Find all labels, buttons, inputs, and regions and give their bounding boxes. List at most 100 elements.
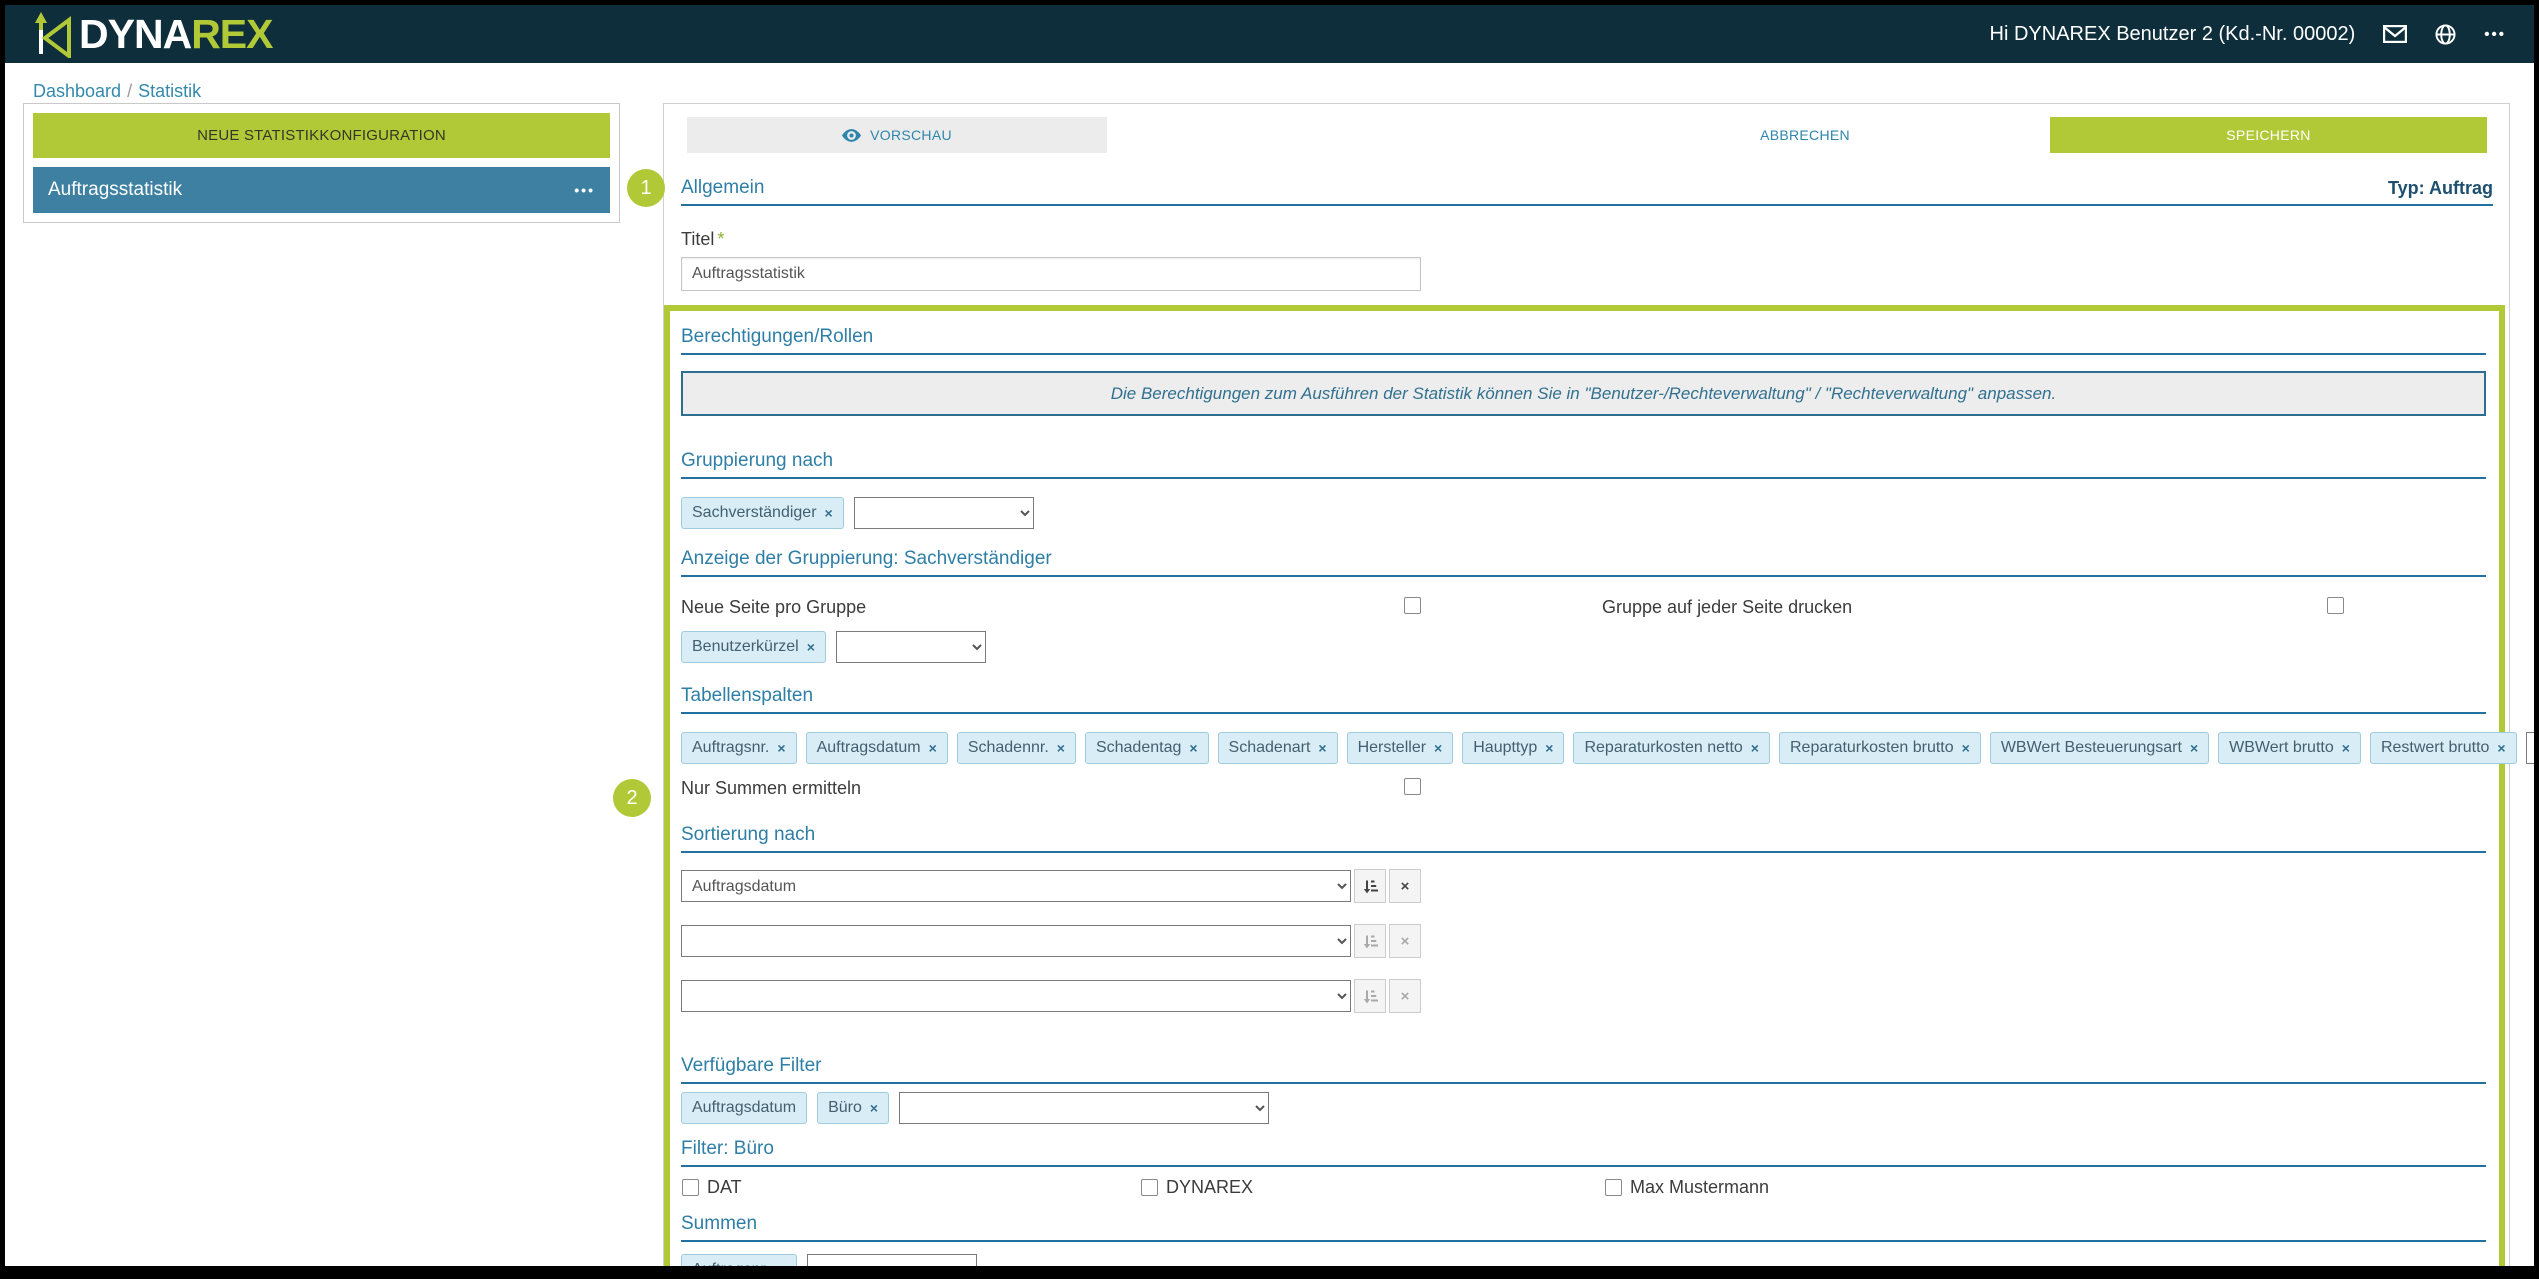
more-menu-icon[interactable]: ••• — [2484, 27, 2506, 42]
breadcrumb-separator: / — [127, 81, 133, 101]
group-on-every-page-checkbox[interactable] — [2327, 597, 2344, 614]
column-tag: Restwert brutto × — [2369, 732, 2517, 764]
remove-icon[interactable]: × — [929, 741, 937, 755]
breadcrumb-statistik-link[interactable]: Statistik — [138, 81, 201, 101]
remove-icon[interactable]: × — [777, 741, 785, 755]
section-summen-header: Summen — [681, 1213, 2486, 1242]
new-statistic-config-button[interactable]: NEUE STATISTIKKONFIGURATION — [33, 113, 610, 158]
dynarex-checkbox[interactable] — [1141, 1179, 1158, 1196]
column-tag: Auftragsdatum × — [805, 732, 948, 764]
sort-row: × — [681, 924, 2486, 958]
sort-field-select[interactable] — [681, 925, 1351, 957]
column-tag: Hersteller × — [1346, 732, 1454, 764]
statistic-type-label: Typ: Auftrag — [2388, 178, 2493, 198]
section-title: Berechtigungen/Rollen — [681, 326, 874, 347]
section-title: Tabellenspalten — [681, 685, 814, 706]
remove-icon[interactable]: × — [1545, 741, 1553, 755]
column-tag: Auftragsnr. × — [681, 732, 797, 764]
logo: DYNAREX — [33, 10, 274, 58]
required-asterisk: * — [717, 229, 725, 249]
remove-icon[interactable]: × — [825, 506, 833, 520]
filter-tag: Büro × — [817, 1092, 890, 1124]
filter-option-dynarex: DYNAREX — [1141, 1177, 1253, 1198]
new-page-per-group-label: Neue Seite pro Gruppe — [681, 597, 867, 617]
grouping-tag: Sachverständiger × — [681, 497, 844, 529]
new-page-per-group-checkbox[interactable] — [1404, 597, 1421, 614]
save-button[interactable]: SPEICHERN — [2050, 117, 2487, 153]
section-tabellenspalten-header: Tabellenspalten — [681, 685, 2486, 714]
column-tag: Schadennr. × — [956, 732, 1076, 764]
remove-icon[interactable]: × — [1751, 741, 1759, 755]
cancel-button[interactable]: ABBRECHEN — [1560, 117, 2050, 153]
app-window: DYNAREX Hi DYNAREX Benutzer 2 (Kd.-Nr. 0… — [5, 5, 2534, 1266]
permissions-notice: Die Berechtigungen zum Ausführen der Sta… — [681, 371, 2486, 416]
statistics-sidebar: NEUE STATISTIKKONFIGURATION Auftragsstat… — [23, 103, 620, 223]
remove-sort-button[interactable]: × — [1389, 869, 1421, 903]
sort-direction-button[interactable] — [1354, 924, 1386, 958]
section-title: Gruppierung nach — [681, 450, 834, 471]
preview-button[interactable]: VORSCHAU — [687, 117, 1107, 153]
sort-field-select[interactable] — [681, 980, 1351, 1012]
titel-input[interactable] — [681, 257, 1421, 291]
sum-tag: Auftragsnr.× — [681, 1254, 797, 1266]
form-toolbar: VORSCHAU ABBRECHEN SPEICHERN — [681, 117, 2493, 153]
section-title: Allgemein — [681, 177, 765, 198]
logo-text: DYNAREX — [79, 10, 274, 57]
section-title: Verfügbare Filter — [681, 1055, 822, 1076]
column-tag: Reparaturkosten netto × — [1573, 732, 1770, 764]
user-greeting: Hi DYNAREX Benutzer 2 (Kd.-Nr. 00002) — [1989, 22, 2356, 45]
remove-icon[interactable]: × — [777, 1263, 785, 1266]
nur-summen-label: Nur Summen ermitteln — [681, 778, 862, 798]
remove-icon[interactable]: × — [1962, 741, 1970, 755]
nur-summen-checkbox[interactable] — [1404, 778, 1421, 795]
item-options-icon[interactable]: ••• — [574, 182, 595, 198]
breadcrumb: Dashboard / Statistik — [5, 63, 2534, 102]
column-tag: Reparaturkosten brutto × — [1778, 732, 1981, 764]
filter-option-dat: DAT — [682, 1177, 742, 1198]
section-allgemein-header: Allgemein Typ: Auftrag — [681, 177, 2493, 206]
remove-icon[interactable]: × — [1189, 741, 1197, 755]
sort-direction-button[interactable] — [1354, 979, 1386, 1013]
column-tag: Haupttyp × — [1462, 732, 1565, 764]
column-tag: WBWert Besteuerungsart × — [1989, 732, 2210, 764]
statistic-config-panel: VORSCHAU ABBRECHEN SPEICHERN Allgemein T… — [663, 103, 2534, 1266]
sidebar-item-label: Auftragsstatistik — [48, 179, 183, 200]
add-sum-select[interactable] — [806, 1254, 977, 1266]
section-title: Anzeige der Gruppierung: Sachverständige… — [681, 548, 1052, 569]
remove-icon[interactable]: × — [2190, 741, 2198, 755]
remove-sort-button[interactable]: × — [1389, 924, 1421, 958]
remove-sort-button[interactable]: × — [1389, 979, 1421, 1013]
section-berechtigungen-header: Berechtigungen/Rollen — [681, 326, 2486, 355]
sort-field-select[interactable]: Auftragsdatum — [681, 870, 1351, 902]
sort-direction-button[interactable] — [1354, 869, 1386, 903]
remove-icon[interactable]: × — [2342, 741, 2350, 755]
sort-row: × — [681, 979, 2486, 1013]
sidebar-item-auftragsstatistik[interactable]: Auftragsstatistik ••• — [33, 167, 610, 213]
group-display-select[interactable] — [835, 631, 986, 663]
titel-label: Titel * — [681, 229, 725, 249]
remove-icon[interactable]: × — [1057, 741, 1065, 755]
remove-icon[interactable]: × — [1434, 741, 1442, 755]
top-bar: DYNAREX Hi DYNAREX Benutzer 2 (Kd.-Nr. 0… — [5, 5, 2534, 63]
mail-icon[interactable] — [2383, 25, 2408, 43]
section-title: Summen — [681, 1213, 758, 1234]
remove-icon[interactable]: × — [2497, 741, 2505, 755]
breadcrumb-dashboard-link[interactable]: Dashboard — [33, 81, 121, 101]
remove-icon[interactable]: × — [1318, 741, 1326, 755]
column-tag: Schadentag × — [1084, 732, 1209, 764]
dat-checkbox[interactable] — [682, 1179, 699, 1196]
dynarex-logo-icon — [33, 10, 75, 58]
remove-icon[interactable]: × — [807, 640, 815, 654]
add-column-select[interactable] — [2525, 732, 2534, 764]
section-filter-header: Verfügbare Filter — [681, 1055, 2486, 1084]
grouping-select[interactable] — [853, 497, 1034, 529]
section-sortierung-header: Sortierung nach — [681, 824, 2486, 853]
add-filter-select[interactable] — [899, 1092, 1270, 1124]
eye-icon — [842, 128, 862, 142]
max-mustermann-checkbox[interactable] — [1605, 1179, 1622, 1196]
filter-option-max-mustermann: Max Mustermann — [1605, 1177, 1769, 1198]
remove-icon[interactable]: × — [870, 1101, 878, 1115]
column-tag: Schadenart × — [1217, 732, 1338, 764]
annotation-region-2: Berechtigungen/Rollen Die Berechtigungen… — [664, 305, 2534, 1266]
globe-icon[interactable] — [2435, 23, 2456, 45]
